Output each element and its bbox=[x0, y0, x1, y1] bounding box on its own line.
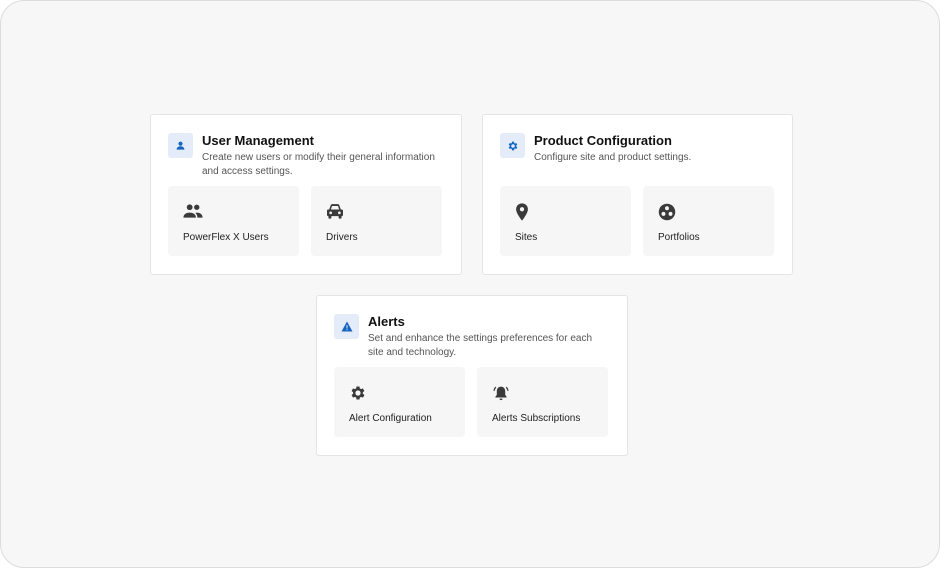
drivers-tile[interactable]: Drivers bbox=[311, 186, 442, 256]
tile-label: Sites bbox=[515, 232, 538, 243]
tile-label: Alerts Subscriptions bbox=[492, 413, 581, 424]
alarm-bell-icon bbox=[492, 384, 512, 402]
card-description: Configure site and product settings. bbox=[534, 152, 692, 163]
tile-label: PowerFlex X Users bbox=[183, 232, 269, 243]
card-description: Create new users or modify their general… bbox=[202, 152, 435, 177]
portfolios-tile[interactable]: Portfolios bbox=[643, 186, 774, 256]
tile-group: Alert Configuration Alerts Subscriptions bbox=[334, 367, 608, 437]
map-pin-icon bbox=[515, 203, 535, 221]
tile-group: Sites Portfolios bbox=[500, 186, 774, 256]
product-configuration-card: Product Configuration Configure site and… bbox=[482, 114, 793, 275]
person-icon bbox=[168, 133, 193, 158]
sites-tile[interactable]: Sites bbox=[500, 186, 631, 256]
gear-icon bbox=[349, 384, 369, 402]
warning-icon bbox=[334, 314, 359, 339]
tile-label: Portfolios bbox=[658, 232, 700, 243]
settings-frame: User Management Create new users or modi… bbox=[0, 0, 940, 568]
tile-label: Alert Configuration bbox=[349, 413, 432, 424]
tile-group: PowerFlex X Users Drivers bbox=[168, 186, 442, 256]
card-title: Product Configuration bbox=[534, 133, 672, 148]
card-title: Alerts bbox=[368, 314, 405, 329]
car-icon bbox=[326, 203, 346, 221]
card-header: Product Configuration Configure site and… bbox=[500, 132, 775, 165]
card-description: Set and enhance the settings preferences… bbox=[368, 333, 593, 358]
card-header: User Management Create new users or modi… bbox=[168, 132, 444, 179]
user-management-card: User Management Create new users or modi… bbox=[150, 114, 462, 275]
people-icon bbox=[183, 203, 203, 221]
portfolio-icon bbox=[658, 203, 678, 221]
alerts-card: Alerts Set and enhance the settings pref… bbox=[316, 295, 628, 456]
card-header: Alerts Set and enhance the settings pref… bbox=[334, 313, 610, 360]
alert-configuration-tile[interactable]: Alert Configuration bbox=[334, 367, 465, 437]
tile-label: Drivers bbox=[326, 232, 358, 243]
powerflex-users-tile[interactable]: PowerFlex X Users bbox=[168, 186, 299, 256]
gear-icon bbox=[500, 133, 525, 158]
alerts-subscriptions-tile[interactable]: Alerts Subscriptions bbox=[477, 367, 608, 437]
card-title: User Management bbox=[202, 133, 314, 148]
